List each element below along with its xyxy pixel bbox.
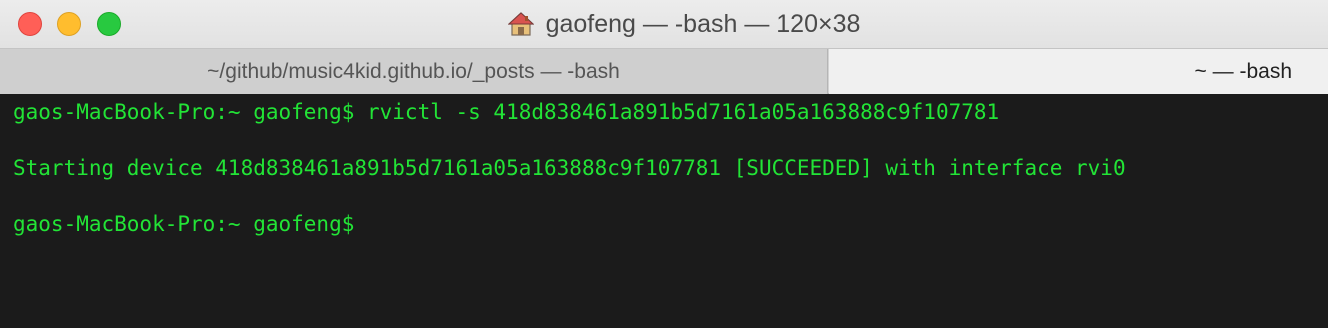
- tab-posts-bash[interactable]: ~/github/music4kid.github.io/_posts — -b…: [0, 49, 828, 94]
- terminal-cursor: [367, 213, 379, 235]
- window-title: gaofeng — -bash — 120×38: [545, 9, 861, 38]
- tab-label: ~/github/music4kid.github.io/_posts — -b…: [207, 59, 620, 83]
- tab-home-bash[interactable]: ~ — -bash: [829, 49, 1328, 94]
- tab-bar: ~/github/music4kid.github.io/_posts — -b…: [0, 48, 1328, 94]
- tab-label: ~ — -bash: [1194, 59, 1292, 83]
- terminal-output[interactable]: gaos-MacBook-Pro:~ gaofeng$ rvictl -s 41…: [0, 94, 1328, 328]
- terminal-window: gaofeng — -bash — 120×38 ~/github/music4…: [0, 0, 1328, 328]
- terminal-line: gaos-MacBook-Pro:~ gaofeng$ rvictl -s 41…: [13, 100, 1000, 124]
- window-title-container: gaofeng — -bash — 120×38: [0, 0, 1328, 48]
- home-folder-icon: [507, 11, 535, 37]
- title-bar[interactable]: gaofeng — -bash — 120×38: [0, 0, 1328, 48]
- terminal-line: Starting device 418d838461a891b5d7161a05…: [13, 156, 1126, 180]
- terminal-line: gaos-MacBook-Pro:~ gaofeng$: [13, 210, 1315, 238]
- terminal-prompt: gaos-MacBook-Pro:~ gaofeng$: [13, 212, 368, 236]
